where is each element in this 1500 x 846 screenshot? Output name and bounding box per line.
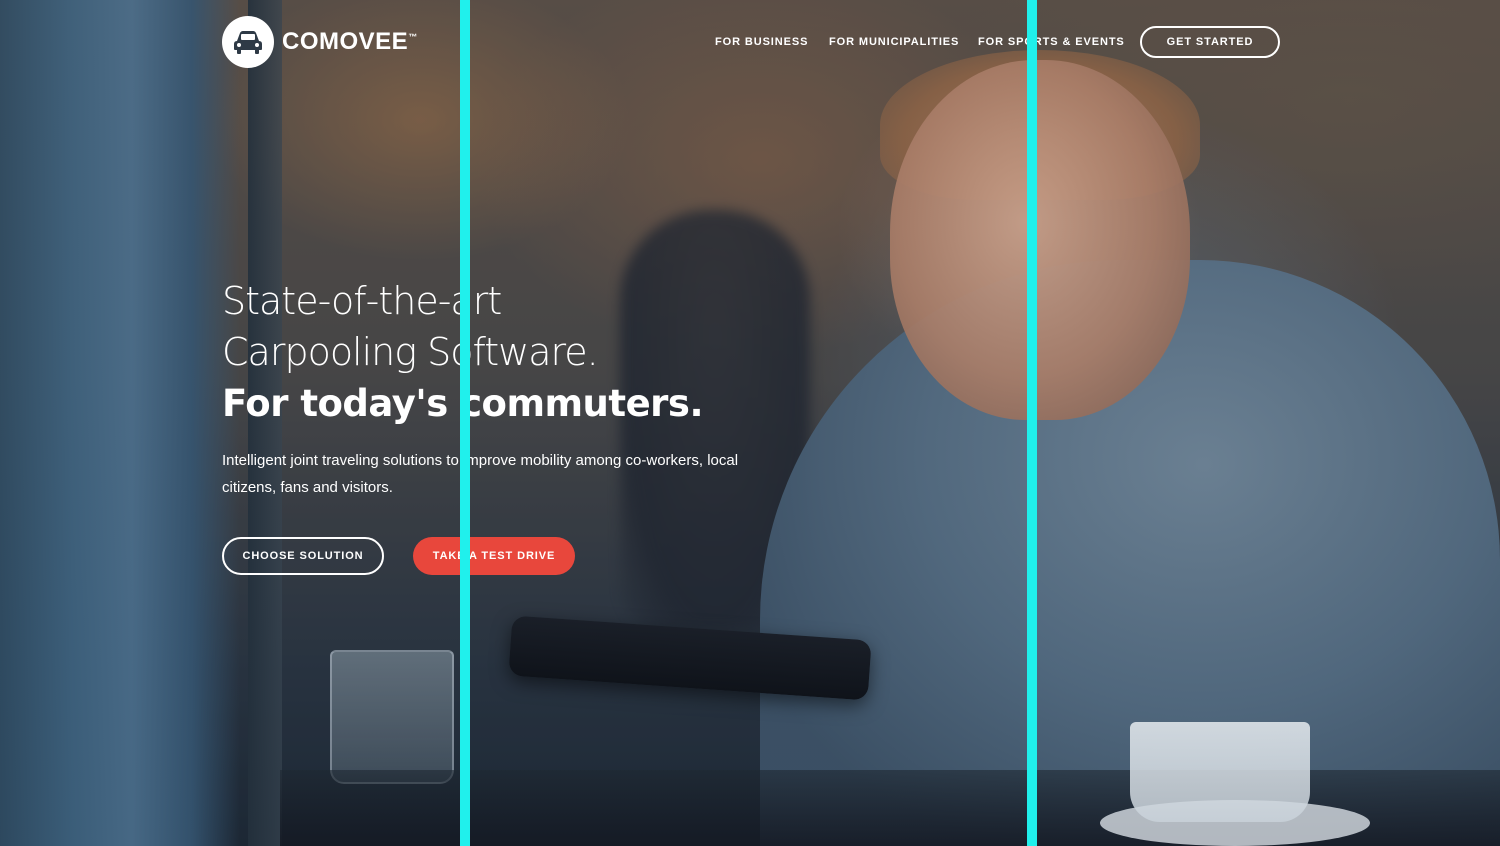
hero-subtext: Intelligent joint traveling solutions to… [222, 452, 739, 496]
headline-line-3: For today's commuters. [222, 382, 704, 425]
window-pillar [0, 0, 240, 846]
nav-for-business[interactable]: FOR BUSINESS [715, 36, 808, 48]
overlay-line-left [460, 0, 470, 846]
car-icon [222, 16, 274, 68]
coffee-cup [1130, 722, 1310, 822]
headline-line-2: Carpooling Software. [222, 330, 599, 374]
water-glass [330, 650, 454, 784]
choose-solution-button[interactable]: CHOOSE SOLUTION [222, 537, 384, 575]
get-started-button[interactable]: GET STARTED [1140, 26, 1280, 58]
headline-line-1: State-of-the-art [222, 279, 502, 323]
test-drive-button[interactable]: TAKE A TEST DRIVE [413, 537, 575, 575]
nav-for-sports-events[interactable]: FOR SPORTS & EVENTS [978, 36, 1125, 48]
hero-headline: State-of-the-art Carpooling Software. Fo… [222, 276, 922, 429]
brand-logo[interactable]: COMOVEE™ [222, 16, 418, 68]
brand-name: COMOVEE™ [282, 28, 418, 55]
trademark-mark: ™ [408, 32, 418, 42]
overlay-line-right [1027, 0, 1037, 846]
man-head [890, 60, 1190, 420]
nav-for-municipalities[interactable]: FOR MUNICIPALITIES [829, 36, 959, 48]
